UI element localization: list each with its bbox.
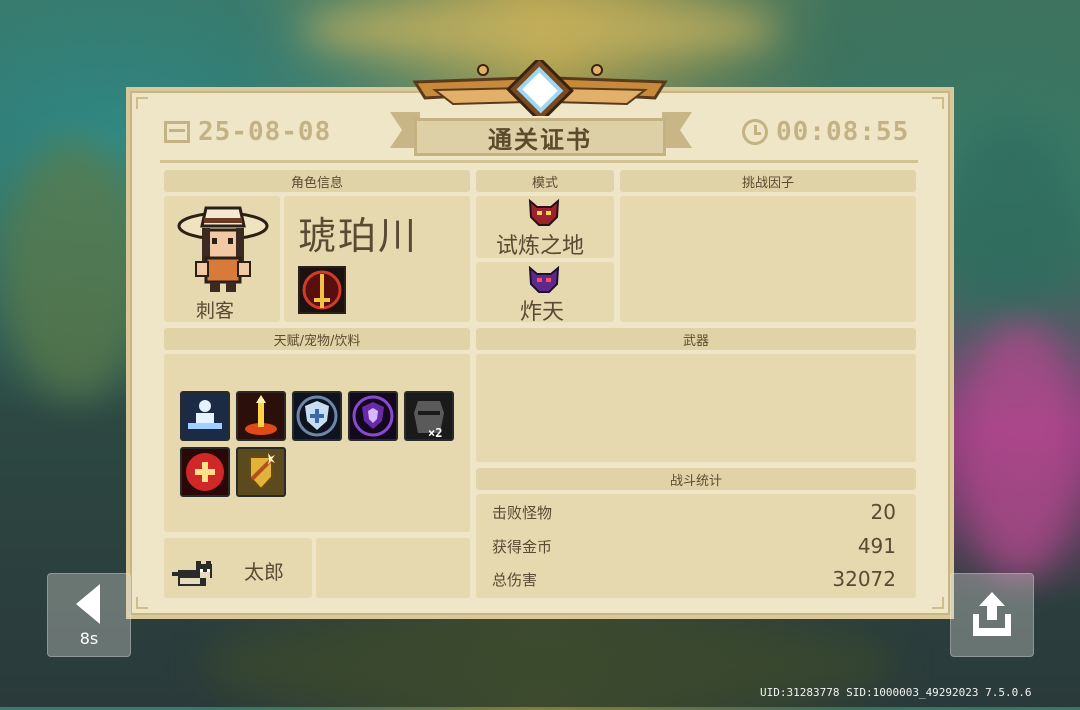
background-blob [940, 120, 1080, 320]
knight-helmet-icon[interactable]: ×2 [404, 391, 454, 441]
calendar-icon [164, 121, 190, 143]
assassin-portrait-icon [177, 206, 269, 292]
uid-info: UID:31283778 SID:1000003_49292023 7.5.0.… [760, 686, 1032, 699]
stat-label: 击败怪物 [492, 503, 553, 522]
stat-value: 491 [857, 534, 896, 558]
clear-date: 25-08-08 [164, 116, 331, 148]
stat-value: 32072 [832, 567, 896, 591]
card-corner [932, 97, 944, 109]
svg-text:×2: ×2 [428, 426, 442, 439]
back-button[interactable]: 8s [47, 573, 131, 657]
back-arrow-icon [76, 584, 100, 624]
card-corner [136, 97, 148, 109]
share-icon [973, 592, 1011, 636]
background-blob [960, 320, 1080, 580]
stat-row-kills: 击败怪物 20 [492, 498, 896, 526]
gold-shield-icon[interactable] [236, 447, 286, 497]
heart-plus-icon[interactable] [180, 447, 230, 497]
pet-dog-icon [172, 561, 212, 586]
stat-label: 获得金币 [492, 537, 553, 556]
section-mode-header: 模式 [476, 170, 614, 192]
mode-label-2: 炸天 [520, 300, 565, 325]
header-divider [160, 160, 918, 163]
frost-shield-icon[interactable] [292, 391, 342, 441]
section-weapons-header: 武器 [476, 328, 916, 350]
clear-time: 00:08:55 [742, 116, 909, 148]
character-name: 琥珀川 [298, 214, 419, 258]
winged-emblem [412, 60, 668, 116]
card-corner [932, 597, 944, 609]
stat-value: 20 [870, 500, 896, 524]
meditation-icon[interactable] [180, 391, 230, 441]
card-corner [136, 597, 148, 609]
section-battle-header: 战斗统计 [476, 468, 916, 490]
clear-time-text: 00:08:55 [776, 117, 910, 147]
section-challenge-header: 挑战因子 [620, 170, 916, 192]
stat-row-damage: 总伤害 32072 [492, 565, 896, 593]
certificate-title: 通关证书 [414, 118, 666, 156]
clear-date-text: 25-08-08 [198, 117, 332, 147]
fire-sword-icon[interactable] [236, 391, 286, 441]
character-class: 刺客 [196, 300, 235, 322]
purple-shield-icon[interactable] [348, 391, 398, 441]
mode-label-1: 试炼之地 [496, 234, 585, 259]
clock-icon [742, 119, 768, 145]
section-talents-header: 天赋/宠物/饮料 [164, 328, 470, 350]
pet-name: 太郎 [244, 560, 284, 584]
share-button[interactable] [950, 573, 1034, 657]
challenge-panel [620, 196, 916, 322]
talents-panel [164, 354, 470, 532]
red-demon-mask-icon [528, 198, 560, 226]
drink-panel [316, 538, 470, 598]
stat-label: 总伤害 [492, 570, 538, 589]
section-character-header: 角色信息 [164, 170, 470, 192]
purple-demon-mask-icon [528, 265, 560, 293]
skill-sword-icon[interactable] [298, 266, 346, 314]
weapons-panel [476, 354, 916, 462]
countdown-label: 8s [79, 629, 99, 648]
background-blob [300, 0, 780, 60]
stat-row-gold: 获得金币 491 [492, 532, 896, 560]
